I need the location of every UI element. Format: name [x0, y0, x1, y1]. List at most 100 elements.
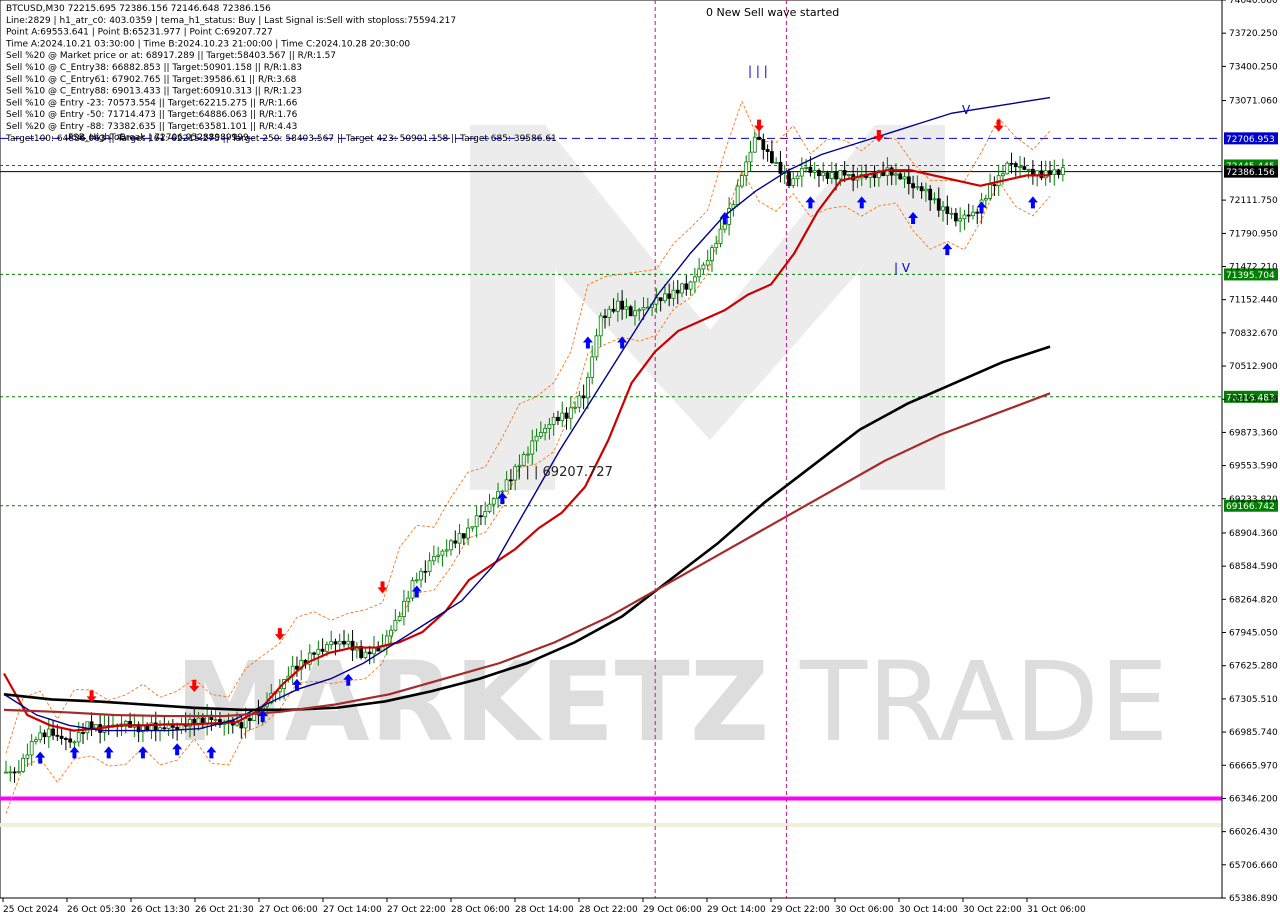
candle-body — [680, 283, 684, 294]
candle-body — [367, 651, 372, 655]
candle-body — [911, 183, 915, 189]
candle-body — [568, 407, 573, 419]
header-line: Sell %10 @ Entry -23: 70573.554 || Targe… — [6, 98, 298, 108]
candle-body — [466, 527, 470, 539]
x-axis: 25 Oct 2024 26 Oct 05:30 26 Oct 13:30 26 Oc… — [0, 897, 1222, 915]
candle-body — [966, 214, 971, 217]
candle-body — [752, 136, 757, 153]
candle-body — [427, 560, 432, 572]
candle-body — [701, 264, 706, 270]
candle-body — [641, 307, 646, 311]
candle-body — [906, 176, 911, 185]
candle-body — [898, 173, 903, 180]
y-tick-label: 67945.050 — [1229, 629, 1278, 639]
y-tick-label: 69233.820 — [1229, 495, 1278, 505]
candle-body — [453, 540, 458, 544]
header-line: Sell %10 @ C_Entry88: 69013.433 || Targe… — [6, 87, 302, 97]
y-tick-label: 68264.820 — [1229, 595, 1278, 605]
candle-body — [85, 721, 90, 734]
candle-body — [787, 171, 791, 186]
candle-body — [675, 289, 680, 294]
low-marks: | V — [894, 261, 911, 275]
x-tick-label: 26 Oct 05:30 — [67, 905, 126, 915]
candle-body — [983, 198, 988, 201]
header-line: Sell %20 @ Entry -88: 73382.635 || Targe… — [6, 122, 297, 132]
chart-root[interactable]: MARKETZ TRADE 72706.95372445.44572386.15… — [0, 0, 1280, 920]
candle-body — [804, 166, 809, 169]
y-tick-label: 67305.510 — [1229, 695, 1278, 705]
x-tick-label: 30 Oct 14:00 — [899, 905, 958, 915]
candle-body — [295, 665, 299, 670]
header-line: Sell %20 @ Market price or at: 68917.289… — [6, 51, 336, 61]
candle-body — [667, 293, 672, 299]
v-mark: V — [962, 103, 971, 117]
candle-body — [72, 741, 77, 744]
candle-body — [337, 640, 342, 645]
candle-body — [919, 186, 924, 192]
watermark-text-left: MARKETZ — [175, 638, 769, 766]
candle-body — [1013, 163, 1018, 168]
y-tick-label: 71790.950 — [1229, 229, 1278, 239]
candle-body — [658, 297, 663, 302]
candle-body — [637, 309, 642, 312]
candle-body — [526, 453, 530, 456]
candle-body — [42, 732, 47, 738]
y-tick-label: 71472.210 — [1229, 262, 1278, 272]
candle-body — [123, 720, 128, 725]
candle-body — [1026, 168, 1031, 171]
candle-body — [508, 479, 513, 482]
candle-body — [590, 356, 595, 378]
candle-body — [834, 172, 838, 180]
candle-body — [812, 170, 817, 173]
candle-body — [821, 172, 826, 177]
candle-body — [423, 570, 428, 573]
candle-body — [564, 412, 569, 419]
candle-body — [491, 498, 496, 505]
candle-body — [620, 300, 625, 310]
candle-body — [945, 206, 950, 214]
x-tick-label: 30 Oct 06:00 — [835, 905, 894, 915]
y-tick-label: 72111.750 — [1229, 196, 1278, 206]
header-line: Sell %10 @ Entry -50: 71714.473 || Targe… — [6, 110, 298, 120]
candle-body — [81, 732, 85, 734]
candle-body — [46, 728, 51, 738]
header-line: Sell %10 @ C_Entry61: 67902.765 || Targe… — [6, 75, 297, 85]
candle-body — [346, 640, 351, 645]
candle-body — [795, 175, 800, 180]
x-tick-label: 29 Oct 22:00 — [771, 905, 830, 915]
y-tick-label: 70512.900 — [1229, 362, 1278, 372]
candle-body — [247, 718, 252, 721]
candle-body — [722, 223, 727, 230]
candle-body — [89, 721, 94, 730]
candle-body — [504, 479, 509, 492]
candle-body — [470, 526, 475, 529]
price-chart[interactable]: MARKETZ TRADE 72706.95372445.44572386.15… — [0, 0, 1280, 920]
candle-body — [928, 188, 933, 201]
candle-body — [34, 739, 38, 742]
wave-marks: | | | — [748, 64, 768, 78]
candle-body — [166, 724, 171, 729]
y-tick-label: 66026.430 — [1229, 828, 1278, 838]
candle-body — [628, 306, 633, 317]
header-line: Time A:2024.10.21 03:30:00 | Time B:2024… — [5, 39, 410, 49]
candle-body — [992, 184, 997, 187]
point-c-label: | | | 69207.727 — [517, 465, 613, 480]
x-tick-label: 26 Oct 21:30 — [195, 905, 254, 915]
y-tick-label: 70193.130 — [1229, 395, 1278, 405]
candle-body — [431, 556, 436, 562]
candle-body — [847, 174, 851, 176]
candle-body — [624, 306, 629, 310]
candle-body — [778, 161, 783, 174]
x-tick-label: 27 Oct 22:00 — [387, 905, 446, 915]
candle-body — [16, 771, 21, 773]
candle-body — [573, 406, 577, 409]
level-label: 72706.953 — [1226, 135, 1275, 145]
candle-body — [68, 738, 73, 743]
x-tick-label: 28 Oct 06:00 — [451, 905, 510, 915]
candle-body — [538, 432, 543, 437]
candle-body — [162, 727, 167, 730]
candle-body — [312, 652, 316, 655]
candle-body — [333, 641, 338, 645]
y-tick-label: 66665.970 — [1229, 761, 1278, 771]
candle-body — [581, 395, 586, 399]
